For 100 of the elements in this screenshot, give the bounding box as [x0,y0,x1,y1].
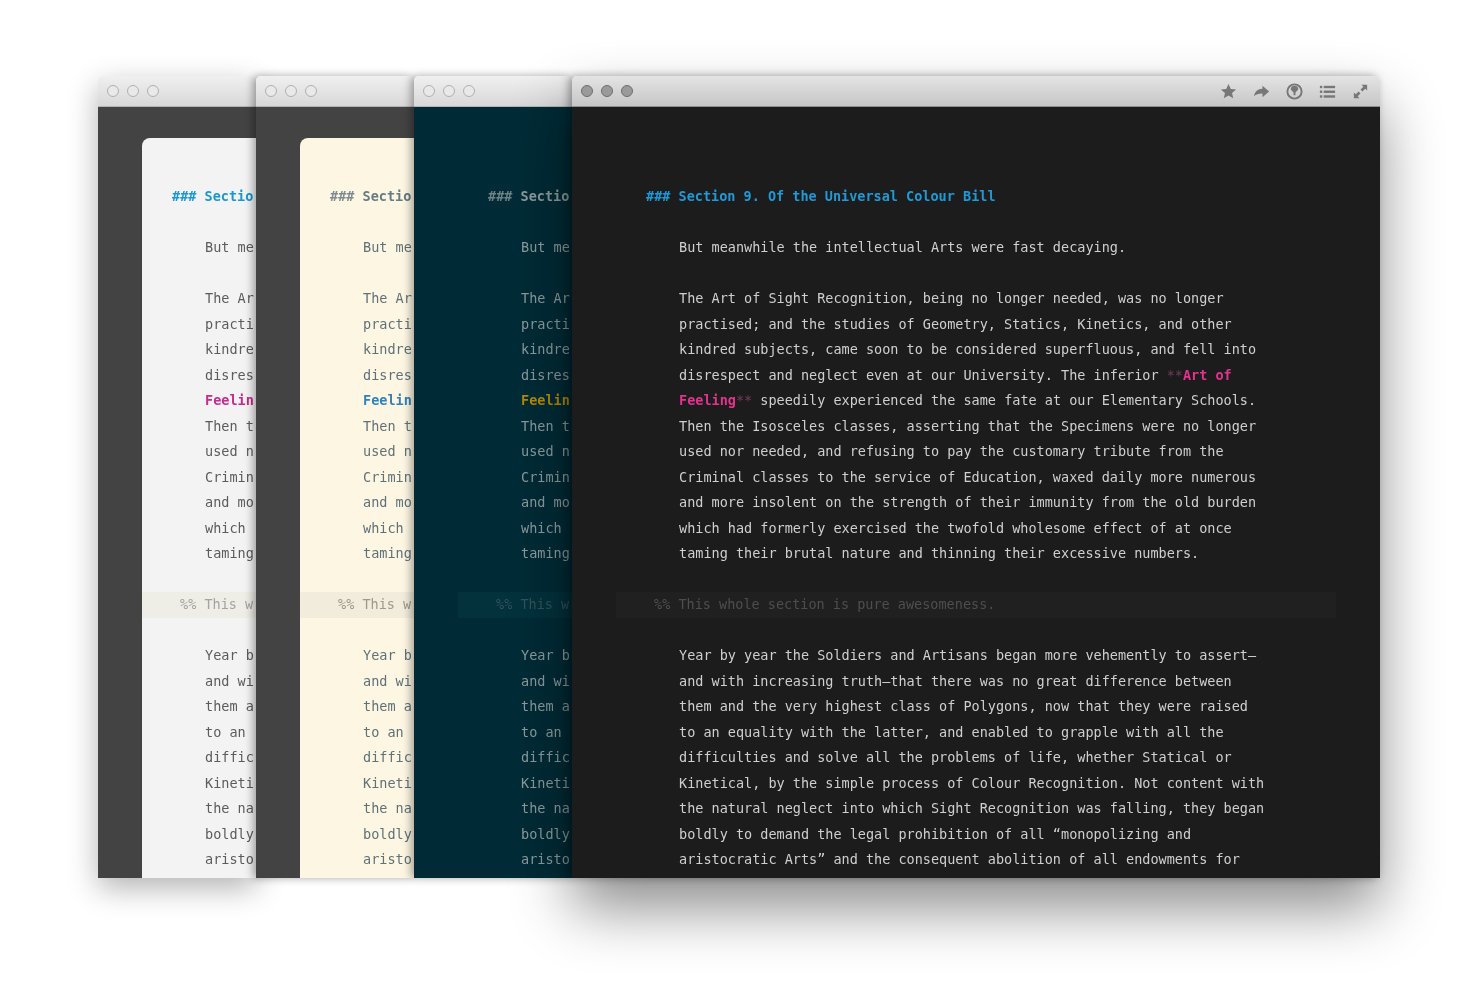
text-line: diffic [520,748,570,767]
text-line: boldly to demand the legal prohibition of all “monopolizing and [678,824,1192,844]
text-line: and mo [204,493,254,512]
text-line: disrespect and neglect even at our University. The inferior **Art of [678,365,1232,385]
text-line: Kineti [204,773,254,793]
text-line: them a [362,697,412,716]
text-line: But me [362,238,412,257]
text-line: taming [362,544,412,563]
text-line: which had formerly exercised the twofold wholesome effect of at once [678,518,1232,538]
text-line: Then t [204,416,254,436]
close-button[interactable] [581,85,593,97]
text-line: Year b [520,646,570,665]
text-line: to an [204,722,246,742]
zoom-button[interactable] [463,85,475,97]
text-line: the natural neglect into which Sight Recognition was falling, they began [678,799,1265,818]
section-heading: ### Section 9. Of the Universal Colour Bill [645,187,996,206]
text-line: Crimin [362,467,412,487]
text-line: the na [204,799,254,818]
text-line: kindre [362,340,412,359]
minimize-button[interactable] [127,85,139,97]
minimize-button[interactable] [443,85,455,97]
text-line: Feeling** speedily experienced the same fate at our Elementary Schools. [678,391,1257,410]
text-line: them and the very highest class of Polygons, now that they were raised [678,697,1248,716]
text-line: kindred subjects, came soon to be considered superfluous, and fell into [678,340,1257,359]
text-line: aristo [520,850,570,869]
text-line: and wi [362,671,412,691]
text-line: Crimin [520,467,570,487]
text-line: used n [520,442,570,461]
section-heading: ### Sectio [171,187,254,206]
text-line: Then t [362,416,412,436]
text-line: which [204,518,246,538]
zoom-button[interactable] [621,85,633,97]
text-line: aristo [204,850,254,869]
text-line: and wi [204,671,254,691]
text-line: kindre [204,340,254,359]
text-line: boldly [362,824,412,844]
minimize-button[interactable] [601,85,613,97]
text-line: disres [362,365,412,385]
text-line: But meanwhile the intellectual Arts were fast decaying. [678,238,1127,257]
text-line: The Ar [520,289,570,308]
close-button[interactable] [423,85,435,97]
text-line: which [362,518,404,538]
text-line: Feelin [204,391,254,410]
text-line: The Art of Sight Recognition, being no longer needed, was no longer [678,289,1224,308]
text-line: disres [520,365,570,385]
text-line: practi [204,314,254,334]
text-line: practi [520,314,570,334]
text-line: Then t [520,416,570,436]
text-line: Criminal classes to the service of Education, waxed daily more numerous [678,467,1257,487]
text-line: the na [520,799,570,818]
text-line: used n [362,442,412,461]
text-line: Year b [362,646,412,665]
close-button[interactable] [265,85,277,97]
zoom-button[interactable] [305,85,317,97]
text-line: and more insolent on the strength of their immunity from the old burden [678,493,1257,512]
text-line: boldly [520,824,570,844]
text-line: difficulties and solve all the problems of life, whether Statical or [678,748,1232,767]
text-line: But me [204,238,254,257]
text-line: But me [520,238,570,257]
text-line: them a [520,697,570,716]
text-line: diffic [204,748,254,767]
star-icon[interactable] [1219,81,1238,101]
text-line: to an [362,722,404,742]
text-line: practised; and the studies of Geometry, Statics, Kinetics, and other [678,314,1232,334]
text-line: and mo [520,493,570,512]
text-line: which [520,518,562,538]
text-line: and with increasing truth—that there was no great difference between [678,671,1232,691]
text-line: Kineti [362,773,412,793]
text-line: taming their brutal nature and thinning their excessive numbers. [678,544,1200,563]
text-line: to an equality with the latter, and enabled to grapple with all the [678,722,1224,742]
text-line: disres [204,365,254,385]
text-line: the na [362,799,412,818]
text-line: aristocratic Arts” and the consequent abolition of all endowments for [678,850,1240,869]
text-line: them a [204,697,254,716]
section-heading: ### Sectio [487,187,570,206]
text-line: and wi [520,671,570,691]
text-line: Kineti [520,773,570,793]
text-line: kindre [520,340,570,359]
text-line: The Ar [204,289,254,308]
text-line: taming [520,544,570,563]
section-heading: ### Sectio [329,187,412,206]
text-line: aristo [362,850,412,869]
text-line: Feelin [520,391,570,410]
text-line: practi [362,314,412,334]
text-line: Year b [204,646,254,665]
close-button[interactable] [107,85,119,97]
text-line: Year by year the Soldiers and Artisans began more vehemently to assert— [678,646,1257,665]
zoom-button[interactable] [147,85,159,97]
text-line: Crimin [204,467,254,487]
text-line: taming [204,544,254,563]
minimize-button[interactable] [285,85,297,97]
text-line: Then the Isosceles classes, asserting that the Specimens were no longer [678,416,1257,436]
text-line: Feelin [362,391,412,410]
text-line: to an [520,722,562,742]
text-line: used n [204,442,254,461]
text-line: Kinetical, by the simple process of Colour Recognition. Not content with [678,773,1265,793]
text-line: boldly [204,824,254,844]
text-line: used nor needed, and refusing to pay the customary tribute from the [678,442,1224,461]
text-line: and mo [362,493,412,512]
text-line: diffic [362,748,412,767]
